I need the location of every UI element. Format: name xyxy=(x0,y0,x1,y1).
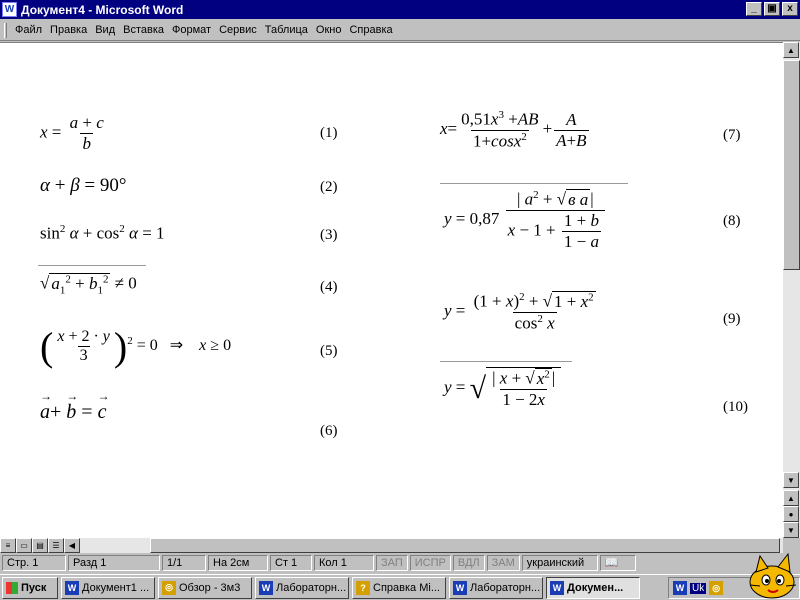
equation-1: x = a + cb xyxy=(40,113,104,153)
equation-number-1: (1) xyxy=(320,125,338,141)
status-ext[interactable]: ВДЛ xyxy=(452,554,485,571)
equation-number-7: (7) xyxy=(723,127,741,143)
status-pages: 1/1 xyxy=(162,554,206,571)
select-browse-icon[interactable]: ● xyxy=(783,506,799,522)
help-book-icon: ? xyxy=(356,580,370,595)
title-bar: W Документ4 - Microsoft Word _ ▣ x xyxy=(0,0,800,19)
equation-5: (x + 2 · y 3)2 = 0 ⇒ x ≥ 0 xyxy=(40,324,232,369)
menu-edit[interactable]: Правка xyxy=(46,24,91,36)
status-at: На 2см xyxy=(208,554,268,571)
window-title: Документ4 - Microsoft Word xyxy=(21,2,184,17)
task-button[interactable]: W Лабораторн... xyxy=(449,576,543,599)
vertical-scrollbar[interactable]: ▲ ▼ ▲ ● ▼ xyxy=(783,42,800,538)
outline-view-icon[interactable]: ☰ xyxy=(48,538,64,553)
h-scroll-thumb[interactable] xyxy=(150,538,780,553)
menu-insert[interactable]: Вставка xyxy=(119,24,168,36)
task-button[interactable]: ◎ Обзор - 3м3 xyxy=(158,576,252,599)
menu-tools[interactable]: Сервис xyxy=(215,24,261,36)
status-page: Стр. 1 xyxy=(2,554,66,571)
tray-word-icon[interactable]: W xyxy=(673,581,687,595)
scroll-down-icon[interactable]: ▼ xyxy=(783,472,799,488)
horizontal-scrollbar[interactable]: ≡ ▭ ▤ ☰ ◀ xyxy=(0,538,783,553)
status-trk[interactable]: ИСПР xyxy=(409,554,451,571)
equation-number-6: (6) xyxy=(320,423,338,439)
equation-6: → a+ → b = → c xyxy=(40,389,110,423)
toolbar-grip[interactable] xyxy=(4,22,7,38)
divider xyxy=(440,361,572,362)
word-icon: W xyxy=(65,580,79,595)
equation-number-8: (8) xyxy=(723,213,741,229)
equation-7: x= 0,51x3 +AB 1+cosx2 + A A+B xyxy=(440,109,589,151)
minimize-button[interactable]: _ xyxy=(746,2,762,16)
menu-help[interactable]: Справка xyxy=(345,24,396,36)
equation-number-4: (4) xyxy=(320,279,338,295)
equation-4: √ a12 + b12 ≠ 0 xyxy=(40,272,137,297)
status-column: Кол 1 xyxy=(314,554,374,571)
menu-file[interactable]: Файл xyxy=(11,24,46,36)
page-view-icon[interactable]: ▤ xyxy=(32,538,48,553)
task-button[interactable]: ? Справка Mi... xyxy=(352,576,446,599)
status-rec[interactable]: ЗАП xyxy=(376,554,408,571)
menu-format[interactable]: Формат xyxy=(168,24,215,36)
status-bar: Стр. 1 Разд 1 1/1 На 2см Ст 1 Кол 1 ЗАП … xyxy=(0,553,800,572)
close-button[interactable]: x xyxy=(782,2,798,16)
menu-table[interactable]: Таблица xyxy=(261,24,312,36)
equation-9: y = (1 + x)2 + √ 1 + x2 cos2 x xyxy=(444,290,596,333)
prev-page-icon[interactable]: ▲ xyxy=(783,490,799,506)
status-ovr[interactable]: ЗАМ xyxy=(486,554,520,571)
restore-button[interactable]: ▣ xyxy=(764,2,780,16)
equation-number-5: (5) xyxy=(320,343,338,359)
equation-2: α + β = 90° xyxy=(40,175,127,196)
document-page[interactable]: x = a + cb (1) α + β = 90° (2) sin2 α + … xyxy=(0,42,783,538)
tray-app-icon[interactable]: ◎ xyxy=(709,581,724,595)
equation-number-2: (2) xyxy=(320,179,338,195)
language-indicator[interactable]: Uk xyxy=(690,582,707,594)
cat-mascot-icon xyxy=(749,552,797,599)
start-button[interactable]: Пуск xyxy=(2,576,58,599)
windows-logo-icon xyxy=(6,581,18,594)
spelling-status-icon[interactable]: 📖 xyxy=(599,554,636,571)
scroll-up-icon[interactable]: ▲ xyxy=(783,42,799,58)
equation-number-9: (9) xyxy=(723,311,741,327)
divider xyxy=(440,183,628,184)
equation-3: sin2 α + cos2 α = 1 xyxy=(40,223,165,243)
task-button-active[interactable]: W Докумен... xyxy=(546,576,640,599)
equation-8: y = 0,87 | a2 + √ в a | x − 1 + 1 + b1 − a xyxy=(444,188,607,252)
equation-10: y = √ | x + √ x2 | 1 − 2x xyxy=(444,367,562,410)
menu-window[interactable]: Окно xyxy=(312,24,346,36)
equation-number-10: (10) xyxy=(723,399,748,415)
status-line: Ст 1 xyxy=(270,554,312,571)
status-language: украинский xyxy=(521,554,598,571)
next-page-icon[interactable]: ▼ xyxy=(783,522,799,538)
web-view-icon[interactable]: ▭ xyxy=(16,538,32,553)
folder-icon: ◎ xyxy=(162,580,176,595)
equation-number-3: (3) xyxy=(320,227,338,243)
word-icon: W xyxy=(453,580,467,595)
menu-view[interactable]: Вид xyxy=(91,24,119,36)
word-icon: W xyxy=(550,580,564,595)
word-icon: W xyxy=(2,2,17,17)
scroll-left-icon[interactable]: ◀ xyxy=(64,538,80,553)
status-section: Разд 1 xyxy=(68,554,160,571)
menu-bar: Файл Правка Вид Вставка Формат Сервис Та… xyxy=(0,20,800,41)
word-icon: W xyxy=(259,580,273,595)
task-button[interactable]: W Документ1 ... xyxy=(61,576,155,599)
normal-view-icon[interactable]: ≡ xyxy=(0,538,16,553)
divider xyxy=(38,265,146,266)
task-button[interactable]: W Лабораторн... xyxy=(255,576,349,599)
scroll-thumb[interactable] xyxy=(783,60,800,270)
taskbar: Пуск W Документ1 ... ◎ Обзор - 3м3 W Лабора… xyxy=(0,574,800,600)
